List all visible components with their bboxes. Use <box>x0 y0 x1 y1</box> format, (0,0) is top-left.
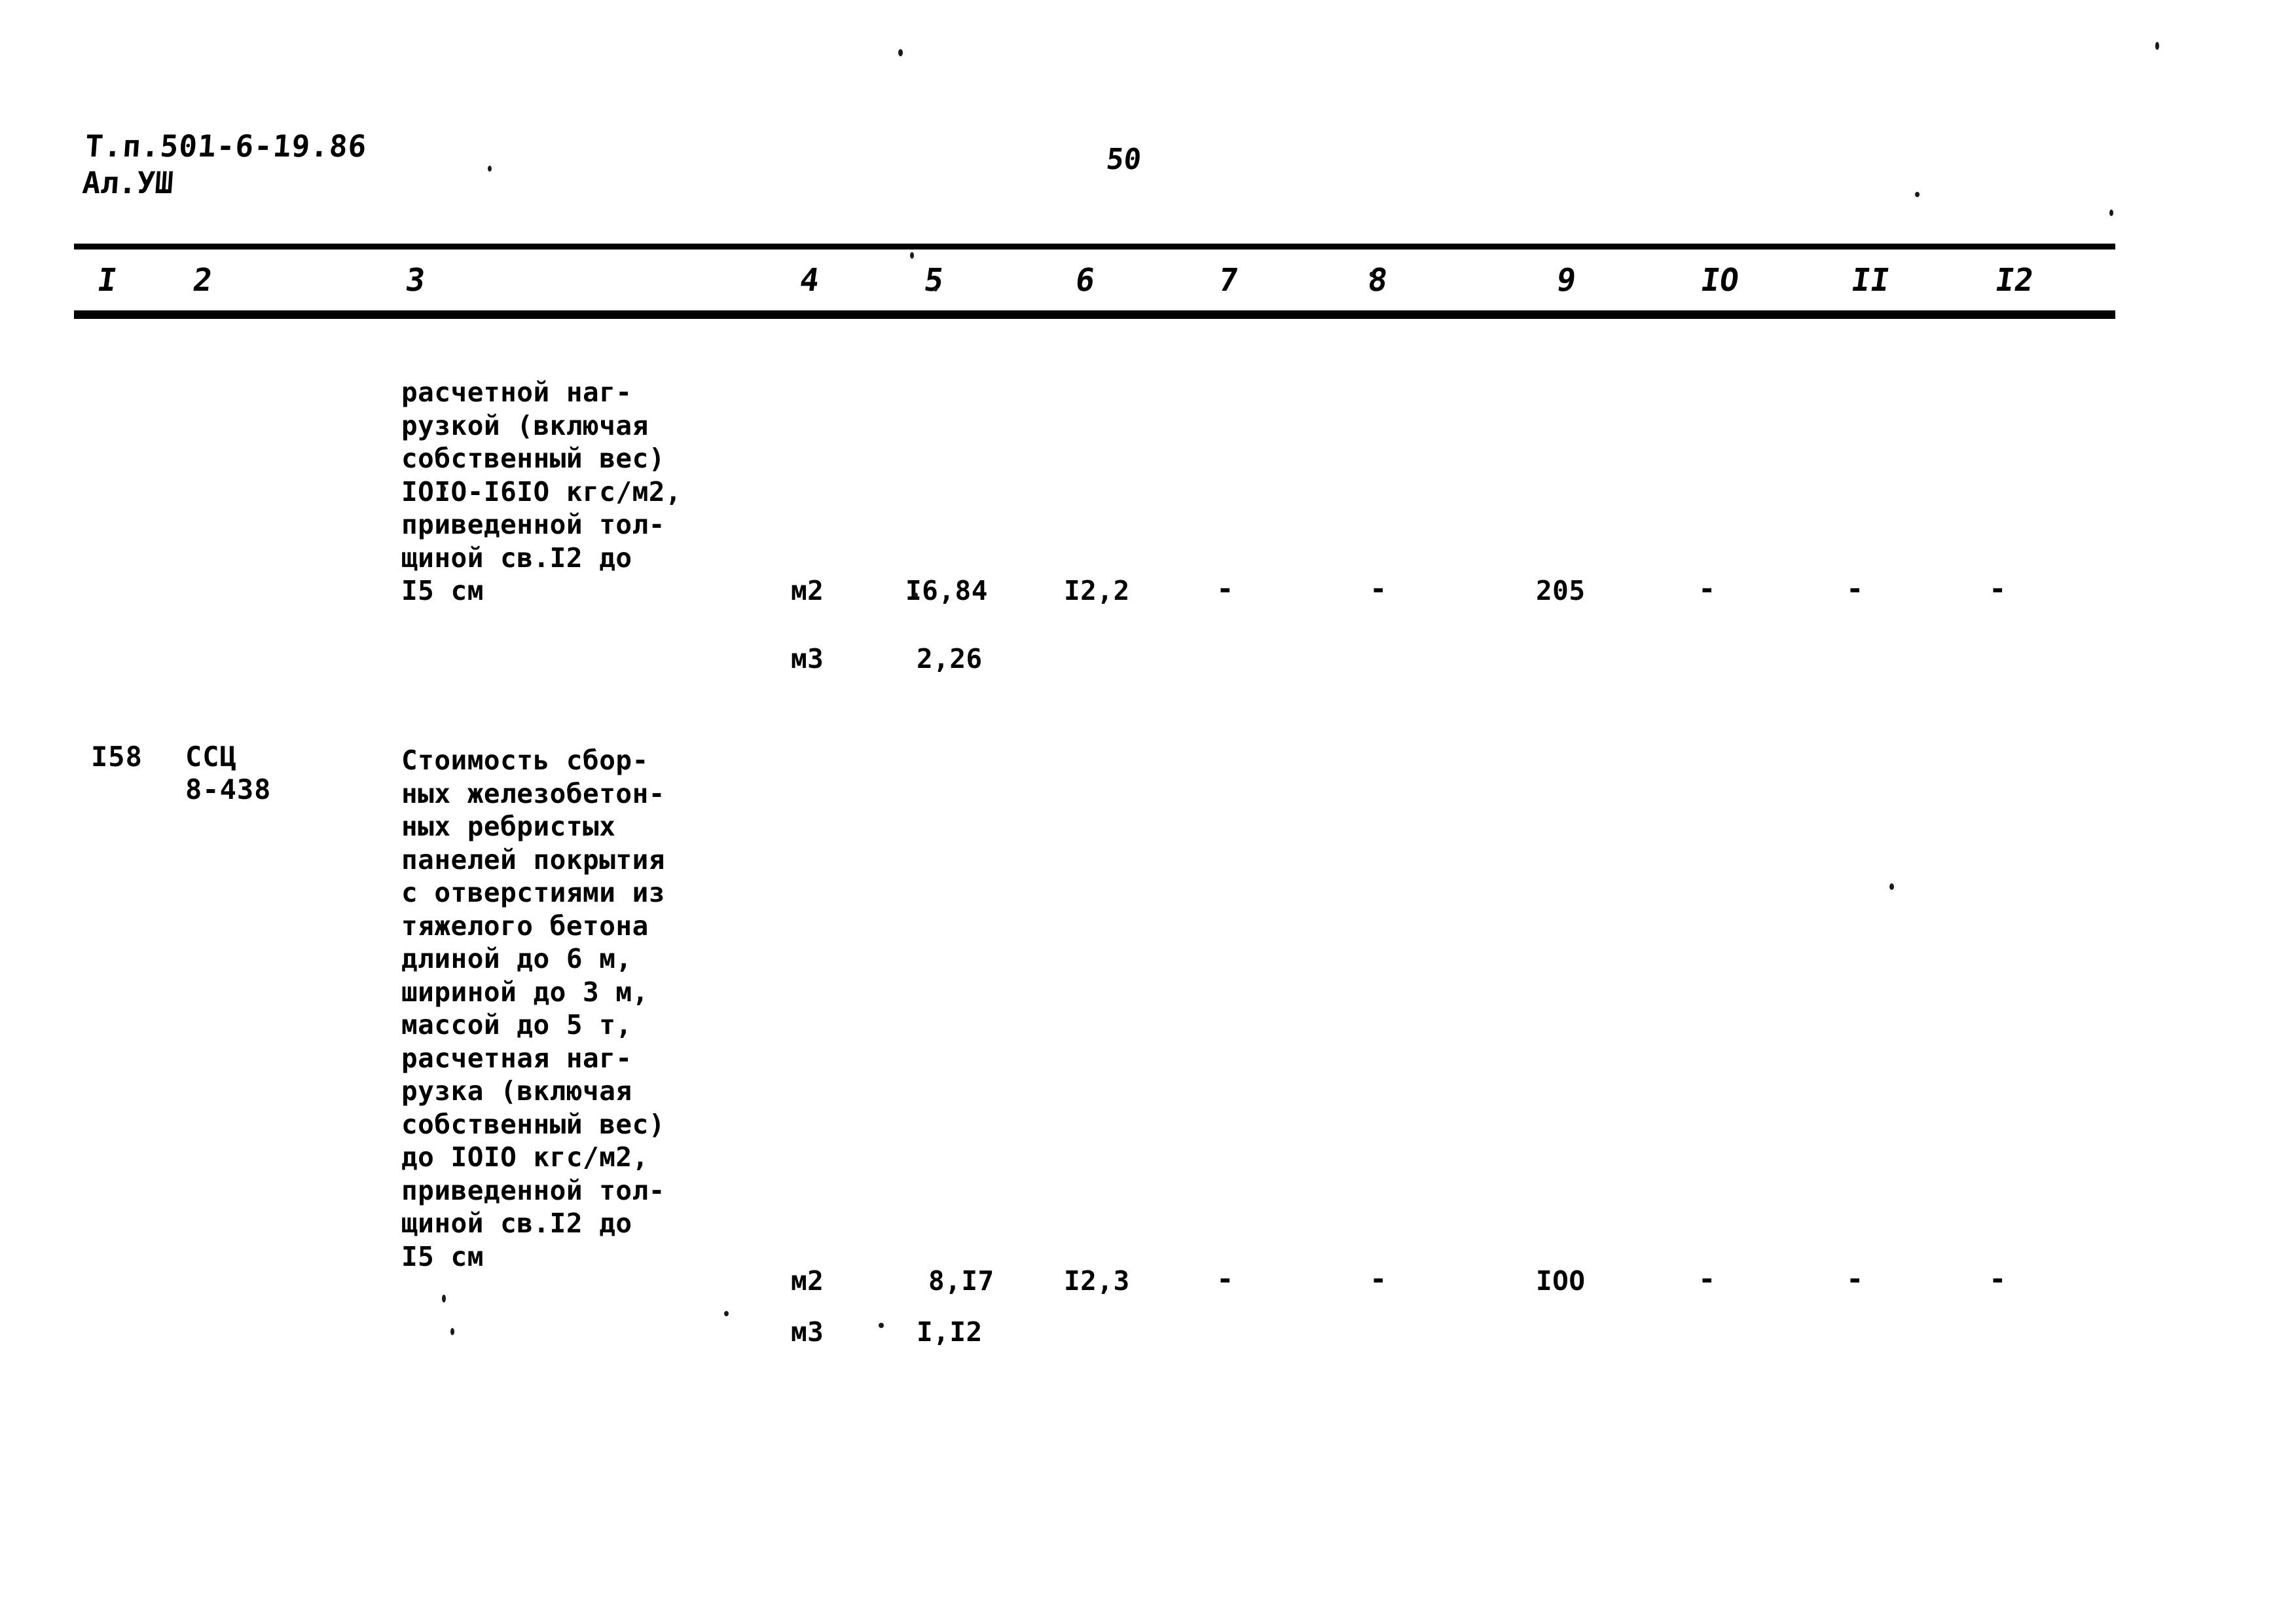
document-reference-header: Т.п.501-6-19.86 Ал.УШ <box>81 128 368 201</box>
document-reference-line-1: Т.п.501-6-19.86 <box>84 128 369 164</box>
column-header-10: IO <box>1698 262 1741 299</box>
column-header-4: 4 <box>797 262 822 299</box>
document-page: Т.п.501-6-19.86 Ал.УШ 50 I 2 3 4 5 6 7 8 … <box>0 0 2296 1624</box>
column-header-11: II <box>1849 262 1892 299</box>
scan-speck <box>442 486 446 492</box>
table-cell-col6: I2,3 <box>1064 1265 1130 1297</box>
table-cell-col5: 2,26 <box>917 643 983 674</box>
table-cell-col5: I,I2 <box>917 1316 983 1348</box>
column-header-5: 5 <box>922 262 946 299</box>
table-cell-col11: - <box>1846 1263 1864 1296</box>
column-header-3: 3 <box>403 262 428 299</box>
scan-speck <box>450 1328 454 1335</box>
table-cell-col9: 205 <box>1536 575 1586 606</box>
page-number: 50 <box>1104 143 1143 176</box>
scan-speck <box>1889 883 1894 890</box>
column-header-12: I2 <box>1993 262 2036 299</box>
table-cell-col5: 8,I7 <box>928 1265 994 1297</box>
scan-speck <box>442 1295 446 1302</box>
table-cell-col7: - <box>1216 572 1234 606</box>
table-cell-unit: м2 <box>791 575 824 606</box>
table-cell-col5: I6,84 <box>905 575 988 606</box>
document-album-line: Ал.УШ <box>81 165 175 200</box>
scan-speck <box>1915 192 1920 197</box>
column-header-6: 6 <box>1073 262 1097 299</box>
scan-speck <box>2155 42 2159 50</box>
table-cell-col7: - <box>1216 1263 1234 1296</box>
scan-speck <box>910 252 914 259</box>
scan-speck <box>934 287 938 291</box>
scan-speck <box>724 1311 729 1316</box>
table-cell-col12: - <box>1989 572 2007 606</box>
table-cell-col12: - <box>1989 1263 2007 1296</box>
table-cell-col6: I2,2 <box>1064 575 1130 606</box>
table-cell-unit: м3 <box>791 1316 824 1348</box>
column-header-1: I <box>95 262 119 299</box>
table-cell-col11: - <box>1846 572 1864 606</box>
table-cell-unit: м2 <box>791 1265 824 1297</box>
scan-speck <box>2109 210 2113 216</box>
column-header-8: 8 <box>1366 262 1390 299</box>
column-header-2: 2 <box>191 262 215 299</box>
table-cell-col10: - <box>1698 572 1716 606</box>
table-rule-top <box>74 244 2115 249</box>
scan-speck <box>488 166 492 172</box>
scan-speck <box>913 593 918 597</box>
table-cell-unit: м3 <box>791 643 824 674</box>
column-header-7: 7 <box>1216 262 1241 299</box>
table-cell-col9: IOO <box>1536 1265 1586 1297</box>
table-cell-col8: - <box>1370 572 1387 606</box>
table-rule-bottom <box>74 310 2115 319</box>
table-cell-item-code: ССЦ 8-438 <box>185 741 272 805</box>
scan-speck <box>898 49 903 56</box>
scan-speck <box>1370 272 1374 277</box>
table-row-description: Стоимость сбор- ных железобетон- ных реб… <box>401 745 665 1272</box>
table-cell-col8: - <box>1370 1263 1387 1296</box>
table-cell-item-number: I58 <box>91 741 143 773</box>
column-header-9: 9 <box>1554 262 1578 299</box>
scan-speck <box>879 1323 884 1328</box>
table-cell-col10: - <box>1698 1263 1716 1296</box>
